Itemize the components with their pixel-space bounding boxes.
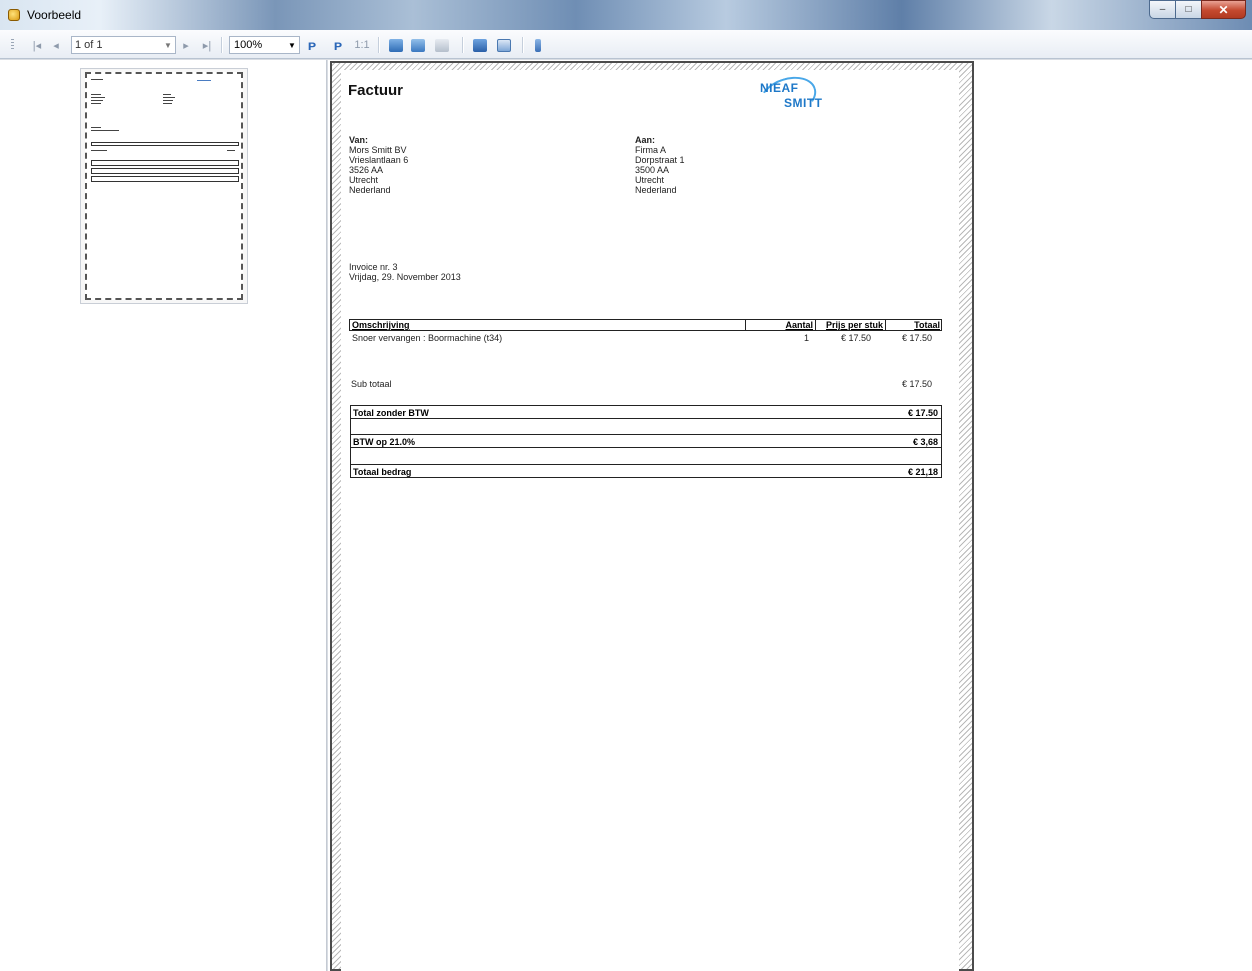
toolbar-grip-icon[interactable]	[11, 39, 14, 51]
thumbnail-pane	[0, 60, 327, 971]
zoom-value: 100%	[234, 39, 263, 51]
close-button[interactable]: ✕	[1201, 0, 1246, 19]
spacer-row	[350, 419, 942, 435]
zoom-select[interactable]: 100% ▼	[229, 36, 300, 54]
minimize-button[interactable]: –	[1149, 0, 1176, 19]
total-excl-vat-row: Total zonder BTW € 17.50	[350, 405, 942, 419]
spacer-row	[350, 448, 942, 464]
sender-line: Utrecht	[349, 175, 379, 185]
next-page-icon[interactable]: ▸	[180, 37, 192, 53]
app-icon	[8, 9, 20, 21]
row-unit-price: € 17.50	[841, 333, 872, 343]
vat-row: BTW op 21.0% € 3,68	[350, 434, 942, 448]
line-items-table: Omschrijving Aantal Prijs per stuk Totaa…	[349, 319, 942, 343]
toolbar-separator	[221, 37, 223, 53]
logo-text-line1: NIEAF	[760, 81, 799, 95]
header-unit-price: Prijs per stuk	[815, 320, 885, 330]
first-page-icon[interactable]: |◂	[30, 37, 44, 53]
window-title: Voorbeeld	[27, 8, 82, 22]
page-setup-icon[interactable]	[434, 37, 450, 53]
previous-page-icon[interactable]: ◂	[50, 37, 62, 53]
header-quantity: Aantal	[745, 320, 815, 330]
recipient-line: Dorpstraat 1	[635, 155, 685, 165]
table-header: Omschrijving Aantal Prijs per stuk Totaa…	[349, 319, 942, 331]
maximize-button[interactable]: □	[1175, 0, 1202, 19]
header-description: Omschrijving	[352, 320, 410, 330]
logo-text-line2: SMITT	[784, 96, 823, 110]
grand-total-label: Totaal bedrag	[353, 467, 412, 477]
vat-label: BTW op 21.0%	[353, 437, 416, 447]
sender-address: Van: Mors Smitt BV Vrieslantlaan 6 3526 …	[349, 135, 408, 195]
toolbar-separator	[522, 37, 524, 53]
preview-toolbar: |◂ ◂ 1 of 1 ▼ ▸ ▸| 100% ▼ ᴩ ᴩ 1:1	[0, 30, 1252, 59]
zoom-out-icon[interactable]: ᴩ	[330, 37, 346, 53]
recipient-address: Aan: Firma A Dorpstraat 1 3500 AA Utrech…	[635, 135, 685, 195]
save-icon[interactable]	[472, 37, 488, 53]
print-icon[interactable]	[388, 37, 404, 53]
title-bar: Voorbeeld – □ ✕	[0, 0, 1252, 30]
quick-print-icon[interactable]	[410, 37, 426, 53]
vat-value: € 3,68	[912, 437, 938, 447]
total-excl-vat-label: Total zonder BTW	[353, 408, 429, 418]
invoice-number: Invoice nr. 3	[349, 262, 398, 272]
toolbar-separator	[378, 37, 380, 53]
recipient-label: Aan:	[635, 135, 655, 145]
recipient-line: 3500 AA	[635, 165, 670, 175]
sender-line: Mors Smitt BV	[349, 145, 407, 155]
invoice-date: Vrijdag, 29. November 2013	[349, 272, 461, 282]
total-excl-vat-value: € 17.50	[907, 408, 938, 418]
page-thumbnail[interactable]	[80, 68, 248, 304]
last-page-icon[interactable]: ▸|	[200, 37, 214, 53]
row-quantity: 1	[804, 333, 810, 343]
sender-line: Vrieslantlaan 6	[349, 155, 409, 165]
zoom-in-icon[interactable]: ᴩ	[304, 37, 320, 53]
header-total: Totaal	[885, 320, 942, 330]
sender-line: Nederland	[349, 185, 391, 195]
thumbnail-page	[85, 72, 243, 300]
recipient-line: Firma A	[635, 145, 667, 155]
sender-line: 3526 AA	[349, 165, 384, 175]
grand-total-row: Totaal bedrag € 21,18	[350, 464, 942, 478]
toolbar-separator	[462, 37, 464, 53]
recipient-line: Utrecht	[635, 175, 665, 185]
company-logo: NIEAF SMITT	[754, 69, 827, 125]
page-indicator-field[interactable]: 1 of 1 ▼	[71, 36, 176, 54]
grand-total-value: € 21,18	[907, 467, 938, 477]
invoice-meta: Invoice nr. 3 Vrijdag, 29. November 2013	[349, 262, 461, 282]
row-description: Snoer vervangen : Boormachine (t34)	[352, 333, 503, 343]
chevron-down-icon[interactable]: ▼	[161, 41, 175, 50]
page-indicator-value: 1 of 1	[75, 39, 103, 51]
table-row: Snoer vervangen : Boormachine (t34) 1 € …	[349, 331, 942, 343]
actual-size-icon[interactable]: 1:1	[354, 37, 370, 53]
recipient-line: Nederland	[635, 185, 677, 195]
window-controls: – □ ✕	[1149, 0, 1246, 20]
subtotal-label: Sub totaal	[351, 379, 392, 389]
subtotal-value: € 17.50	[902, 379, 933, 389]
export-icon[interactable]	[496, 37, 512, 53]
row-total: € 17.50	[902, 333, 933, 343]
close-preview-icon[interactable]	[532, 37, 544, 53]
sender-label: Van:	[349, 135, 369, 145]
invoice-title: Factuur	[348, 82, 404, 99]
invoice-page: Factuur NIEAF SMITT Van: Mors Smitt BV V…	[341, 69, 959, 971]
chevron-down-icon[interactable]: ▼	[285, 41, 299, 50]
